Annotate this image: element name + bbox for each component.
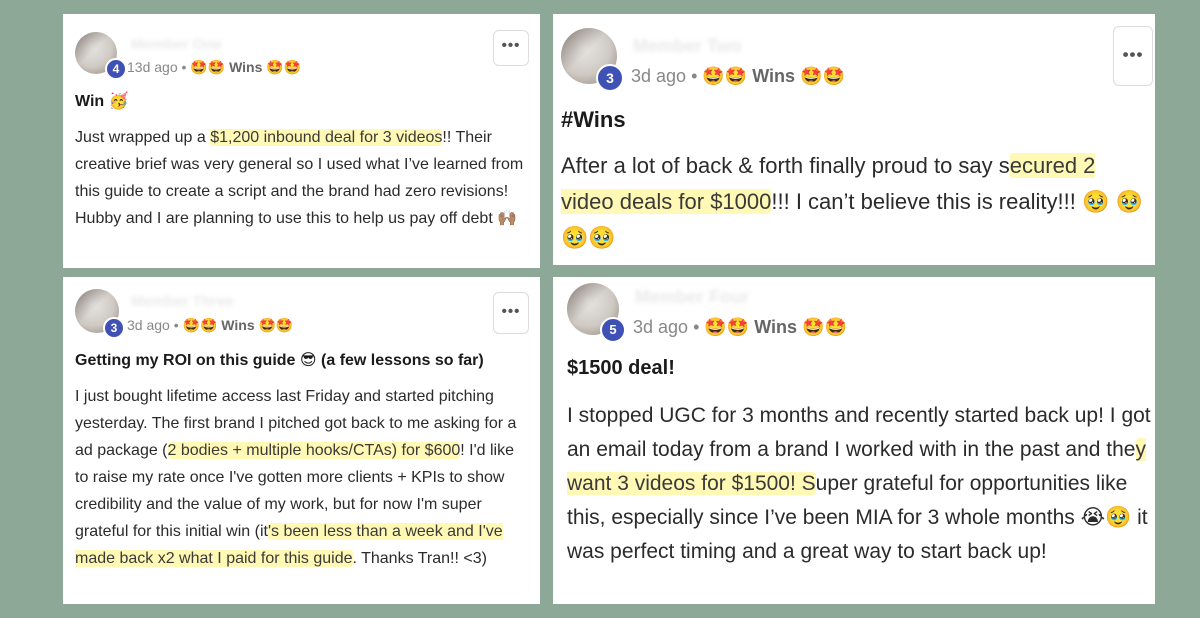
post-title[interactable]: Getting my ROI on this guide 😎 (a few le… bbox=[75, 350, 484, 370]
category-emoji-prefix: 🤩🤩 bbox=[190, 60, 226, 76]
more-options-button[interactable]: ••• bbox=[1113, 26, 1153, 86]
post-body[interactable]: Just wrapped up a $1,200 inbound deal fo… bbox=[75, 124, 530, 232]
post-time: 3d ago bbox=[127, 317, 170, 333]
author-name[interactable]: Member Two bbox=[633, 36, 742, 57]
more-options-button[interactable]: ••• bbox=[493, 292, 529, 334]
post-title[interactable]: $1500 deal! bbox=[567, 357, 675, 380]
body-highlight: $1,200 inbound deal for 3 videos bbox=[210, 129, 443, 146]
post-card-1[interactable]: 4 Member One 13d ago • 🤩🤩 Wins 🤩🤩 ••• Wi… bbox=[63, 14, 540, 268]
level-badge: 4 bbox=[105, 58, 127, 80]
category-emoji-prefix: 🤩🤩 bbox=[702, 66, 748, 87]
category-emoji-prefix: 🤩🤩 bbox=[704, 317, 750, 338]
category-emoji-suffix: 🤩🤩 bbox=[266, 60, 302, 76]
post-card-3[interactable]: 3 Member Three 3d ago • 🤩🤩 Wins 🤩🤩 ••• G… bbox=[63, 277, 540, 604]
body-highlight: 2 bodies + multiple hooks/CTAs) for $600 bbox=[167, 442, 461, 459]
post-body[interactable]: I just bought lifetime access last Frida… bbox=[75, 383, 530, 572]
category-emoji-prefix: 🤩🤩 bbox=[182, 318, 218, 334]
post-body[interactable]: After a lot of back & forth finally prou… bbox=[561, 148, 1149, 256]
category-emoji-suffix: 🤩🤩 bbox=[802, 317, 847, 338]
post-time: 3d ago bbox=[633, 317, 689, 337]
category-label[interactable]: Wins bbox=[754, 317, 797, 337]
category-label[interactable]: Wins bbox=[221, 317, 254, 333]
body-text: After a lot of back & forth finally prou… bbox=[561, 153, 1010, 178]
author-name[interactable]: Member Three bbox=[131, 293, 234, 310]
level-badge: 3 bbox=[596, 64, 624, 92]
post-meta: 3d ago • 🤩🤩 Wins 🤩🤩 bbox=[633, 317, 847, 338]
author-name[interactable]: Member One bbox=[131, 36, 222, 53]
category-label[interactable]: Wins bbox=[752, 66, 795, 86]
category-emoji-suffix: 🤩🤩 bbox=[800, 66, 845, 87]
category-label[interactable]: Wins bbox=[229, 59, 262, 75]
post-meta: 13d ago • 🤩🤩 Wins 🤩🤩 bbox=[127, 59, 302, 76]
post-meta: 3d ago • 🤩🤩 Wins 🤩🤩 bbox=[631, 66, 845, 87]
body-text: . Thanks Tran!! <3) bbox=[352, 550, 487, 567]
post-title[interactable]: Win 🥳 bbox=[75, 91, 129, 111]
post-meta: 3d ago • 🤩🤩 Wins 🤩🤩 bbox=[127, 317, 294, 334]
post-body[interactable]: I stopped UGC for 3 months and recently … bbox=[567, 399, 1151, 569]
level-badge: 5 bbox=[600, 317, 626, 343]
level-badge: 3 bbox=[103, 317, 125, 339]
category-emoji-suffix: 🤩🤩 bbox=[258, 318, 294, 334]
body-text: Just wrapped up a bbox=[75, 129, 211, 146]
post-title[interactable]: #Wins bbox=[561, 107, 626, 133]
post-card-2[interactable]: 3 Member Two 3d ago • 🤩🤩 Wins 🤩🤩 ••• #Wi… bbox=[553, 14, 1155, 265]
body-text: I stopped UGC for 3 months and recently … bbox=[567, 404, 1151, 461]
post-time: 13d ago bbox=[127, 59, 178, 75]
author-name[interactable]: Member Four bbox=[635, 287, 749, 308]
post-time: 3d ago bbox=[631, 66, 687, 86]
post-card-4[interactable]: 5 Member Four 3d ago • 🤩🤩 Wins 🤩🤩 $1500 … bbox=[553, 277, 1155, 604]
more-options-button[interactable]: ••• bbox=[493, 30, 529, 66]
